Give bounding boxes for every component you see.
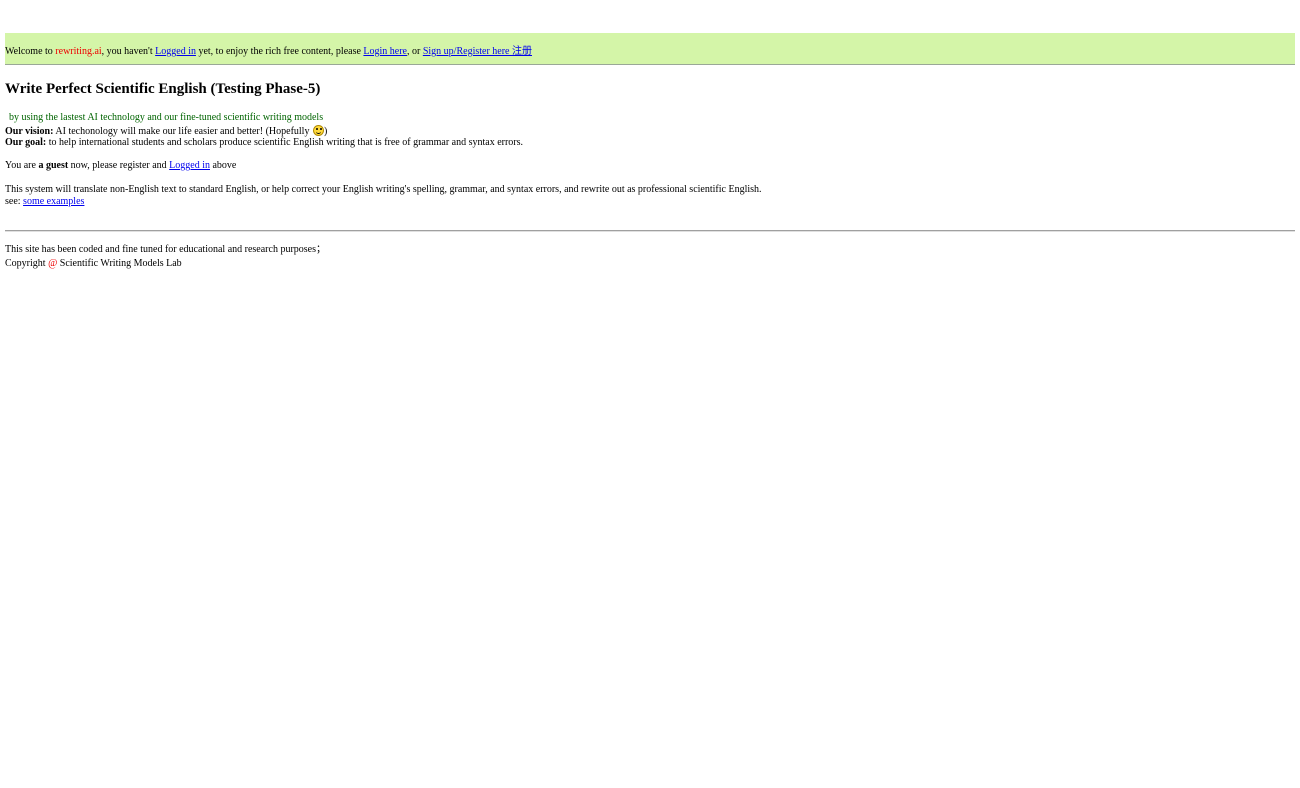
signup-link[interactable]: Sign up/Register here 注册 [423, 46, 532, 57]
top-welcome-bar: Welcome to rewriting.ai, you haven't Log… [5, 33, 1295, 65]
vision-text: AI techonology will make our life easier… [53, 126, 312, 137]
goal-text: to help international students and schol… [46, 137, 524, 148]
not-logged-text: , you haven't [101, 46, 156, 57]
guest-bold: a guest [38, 160, 69, 171]
smiley-face-icon [312, 125, 324, 136]
footer-purpose: This site has been coded and fine tuned … [5, 244, 326, 255]
welcome-message: Welcome to rewriting.ai, you haven't Log… [5, 46, 532, 58]
vision-close: ) [323, 126, 328, 137]
copyright-label: Copyright [5, 258, 49, 269]
goal-label: Our goal: [5, 137, 47, 148]
examples-line: see: some examples [5, 196, 84, 208]
logged-in-link[interactable]: Logged in [155, 46, 196, 57]
page-subtitle: by using the lastest AI technology and o… [9, 112, 324, 123]
welcome-prefix: Welcome to [5, 46, 56, 57]
vision-label: Our vision: [5, 126, 54, 137]
guest-prefix: You are [5, 160, 39, 171]
goal-line: Our goal: to help international students… [5, 137, 523, 149]
system-description: This system will translate non-English t… [5, 184, 762, 195]
guest-middle: now, please register and [68, 160, 170, 171]
enjoy-text: yet, to enjoy the rich free content, ple… [195, 46, 364, 57]
footer-divider [5, 230, 1295, 232]
guest-status-line: You are a guest now, please register and… [5, 160, 236, 172]
page-title: Write Perfect Scientific English (Testin… [5, 81, 321, 97]
examples-link[interactable]: some examples [23, 196, 84, 207]
see-label: see: [5, 196, 24, 207]
guest-suffix: above [209, 160, 237, 171]
at-symbol: @ [48, 258, 58, 269]
lab-name: Scientific Writing Models Lab [57, 258, 182, 269]
brand-name: rewriting.ai [55, 46, 102, 57]
or-text: , or [407, 46, 423, 57]
guest-logged-in-link[interactable]: Logged in [169, 160, 210, 171]
login-link[interactable]: Login here [363, 46, 407, 57]
footer-copyright: Copyright @ Scientific Writing Models La… [5, 258, 182, 270]
